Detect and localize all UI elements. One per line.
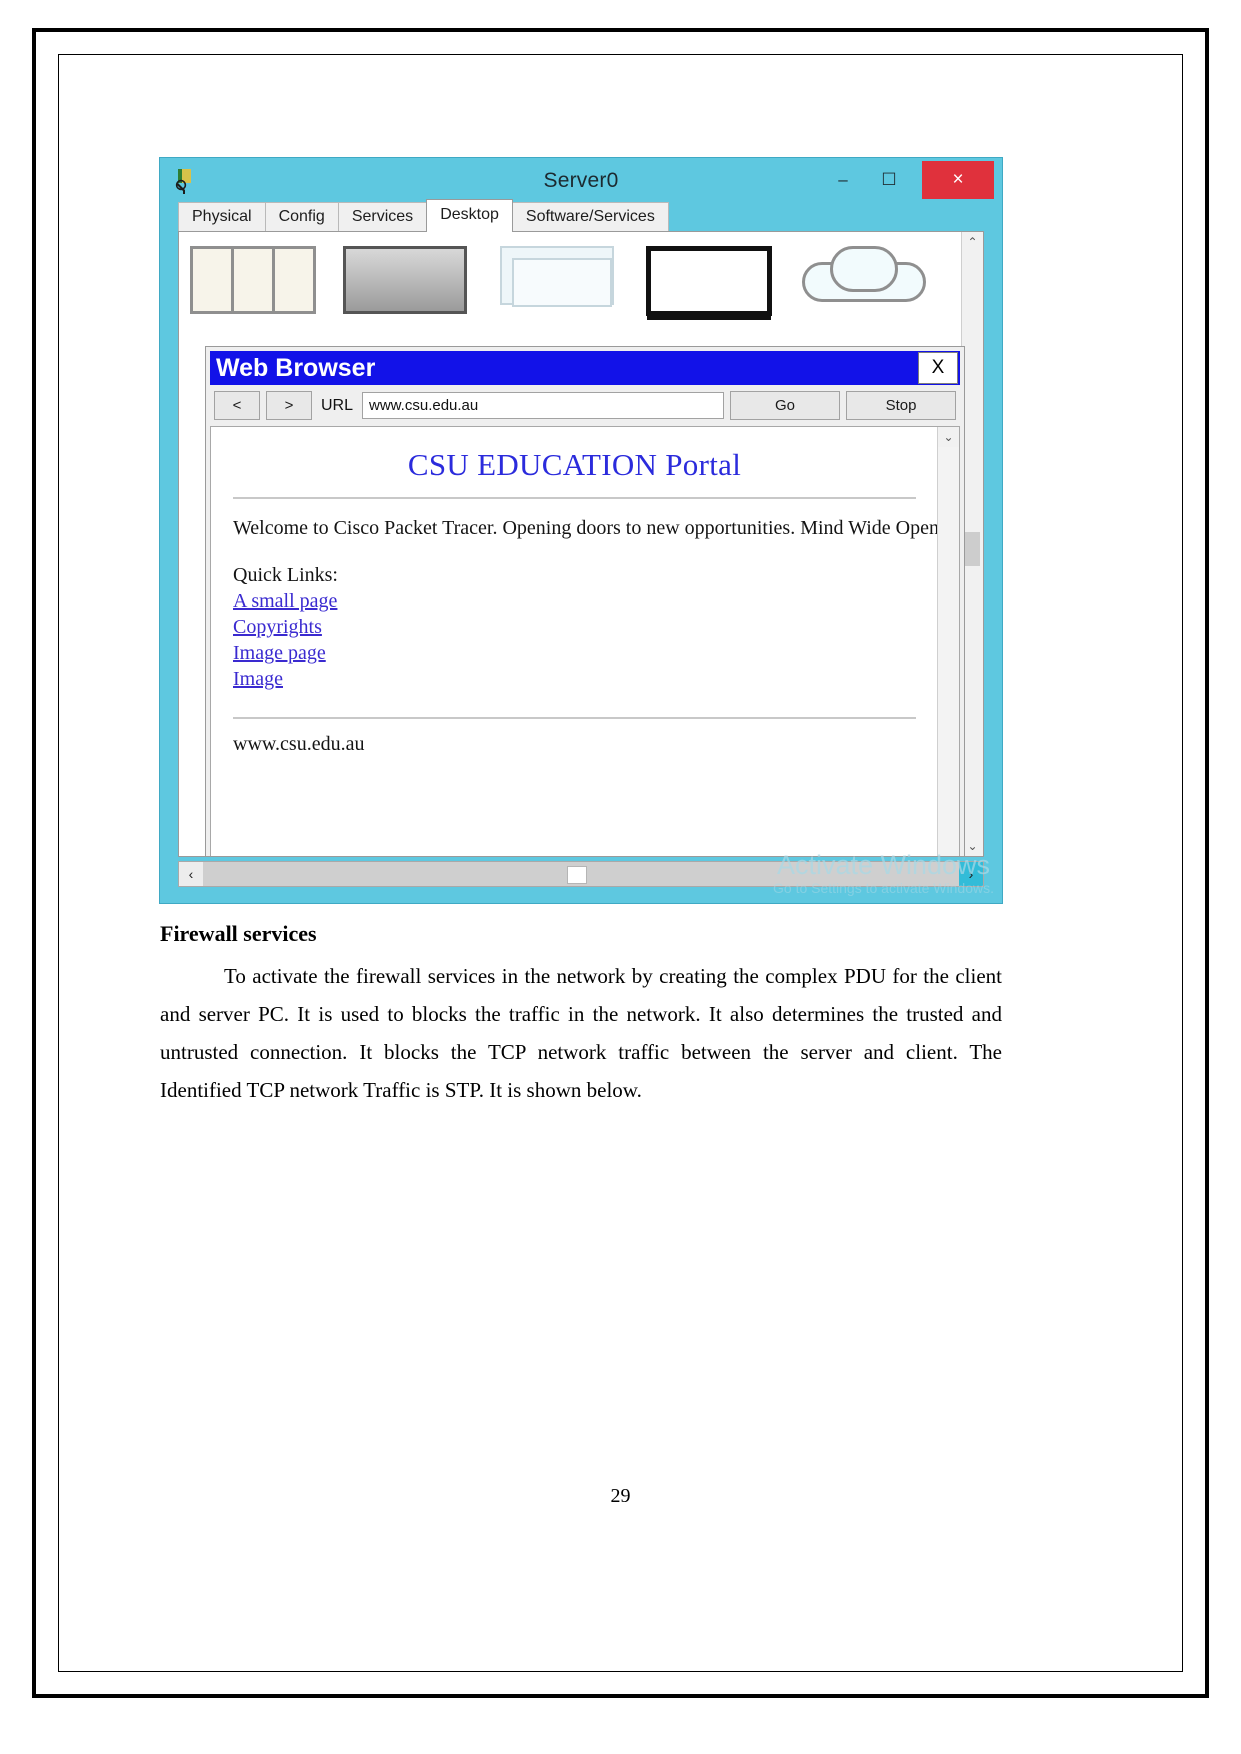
go-button[interactable]: Go bbox=[730, 391, 840, 420]
packet-tracer-device-window: Server0 – ☐ × Physical Config Services D… bbox=[160, 158, 1002, 903]
rendered-web-page: CSU EDUCATION Portal Welcome to Cisco Pa… bbox=[211, 427, 938, 856]
tab-software-services[interactable]: Software/Services bbox=[511, 202, 669, 232]
page-vertical-scrollbar[interactable]: ⌃ ⌄ bbox=[937, 427, 959, 856]
desktop-scroll-up-icon[interactable]: ⌃ bbox=[962, 232, 983, 252]
forward-button[interactable]: > bbox=[266, 391, 312, 420]
desktop-icon-laptop[interactable] bbox=[645, 240, 773, 324]
web-browser-toolbar: < > URL www.csu.edu.au Go Stop bbox=[210, 385, 960, 426]
desktop-icon-row bbox=[189, 240, 961, 360]
page-scroll-down-icon[interactable]: ⌄ bbox=[938, 427, 959, 447]
quick-links-label: Quick Links: bbox=[233, 564, 338, 586]
device-tab-strip: Physical Config Services Desktop Softwar… bbox=[178, 199, 984, 232]
device-scroll-right-icon[interactable]: › bbox=[959, 862, 983, 886]
desktop-icon-cloud[interactable] bbox=[797, 240, 926, 324]
tab-services[interactable]: Services bbox=[337, 202, 428, 232]
document-body: Firewall services To activate the firewa… bbox=[160, 921, 1002, 1109]
heading-divider bbox=[233, 497, 916, 499]
portal-heading: CSU EDUCATION Portal bbox=[407, 447, 742, 482]
footer-url: www.csu.edu.au bbox=[233, 733, 365, 755]
back-button[interactable]: < bbox=[214, 391, 260, 420]
stop-button[interactable]: Stop bbox=[846, 391, 956, 420]
desktop-panel: ⌃ ⌄ Web Browser X < > URL www.csu.edu.au bbox=[178, 231, 984, 857]
web-browser-close-button[interactable]: X bbox=[918, 352, 958, 384]
desktop-scroll-down-icon[interactable]: ⌄ bbox=[962, 836, 983, 856]
device-scroll-thumb[interactable] bbox=[567, 866, 587, 884]
section-heading: Firewall services bbox=[160, 921, 317, 946]
url-input[interactable]: www.csu.edu.au bbox=[362, 392, 724, 419]
page-border-outer: Server0 – ☐ × Physical Config Services D… bbox=[32, 28, 1209, 1698]
stacked-windows-icon bbox=[500, 246, 614, 307]
web-browser-viewport: CSU EDUCATION Portal Welcome to Cisco Pa… bbox=[210, 426, 960, 856]
device-scroll-left-icon[interactable]: ‹ bbox=[179, 862, 203, 886]
tab-physical[interactable]: Physical bbox=[178, 202, 266, 232]
device-horizontal-scrollbar[interactable]: ‹ › bbox=[178, 861, 984, 887]
web-browser-title: Web Browser bbox=[216, 354, 376, 382]
maximize-button[interactable]: ☐ bbox=[866, 158, 912, 202]
link-image[interactable]: Image bbox=[233, 668, 283, 691]
page-border-inner: Server0 – ☐ × Physical Config Services D… bbox=[58, 54, 1183, 1672]
desktop-icon-monitor[interactable] bbox=[341, 240, 469, 324]
laptop-icon bbox=[646, 246, 772, 320]
device-window-titlebar: Server0 – ☐ × bbox=[160, 158, 1002, 206]
windows-tiles-icon bbox=[190, 246, 316, 314]
link-a-small-page[interactable]: A small page bbox=[233, 590, 337, 613]
desktop-icon-windows-faded[interactable] bbox=[493, 240, 621, 324]
link-image-page[interactable]: Image page bbox=[233, 642, 326, 665]
url-label: URL bbox=[321, 396, 354, 414]
welcome-text: Welcome to Cisco Packet Tracer. Opening … bbox=[233, 517, 938, 539]
cloud-icon bbox=[802, 246, 926, 302]
web-browser-titlebar: Web Browser X bbox=[210, 351, 960, 385]
page-number: 29 bbox=[610, 1485, 631, 1507]
tab-config[interactable]: Config bbox=[264, 202, 339, 232]
link-copyrights[interactable]: Copyrights bbox=[233, 616, 322, 639]
footer-divider bbox=[233, 717, 916, 719]
body-paragraph: To activate the firewall services in the… bbox=[160, 964, 1002, 1102]
tab-desktop[interactable]: Desktop bbox=[426, 199, 513, 232]
minimize-button[interactable]: – bbox=[820, 158, 866, 202]
monitor-icon bbox=[343, 246, 467, 314]
desktop-icon-browser[interactable] bbox=[189, 240, 317, 324]
desktop-scroll-thumb[interactable] bbox=[965, 532, 980, 566]
web-browser-window: Web Browser X < > URL www.csu.edu.au Go … bbox=[205, 346, 965, 856]
close-button[interactable]: × bbox=[922, 161, 994, 199]
